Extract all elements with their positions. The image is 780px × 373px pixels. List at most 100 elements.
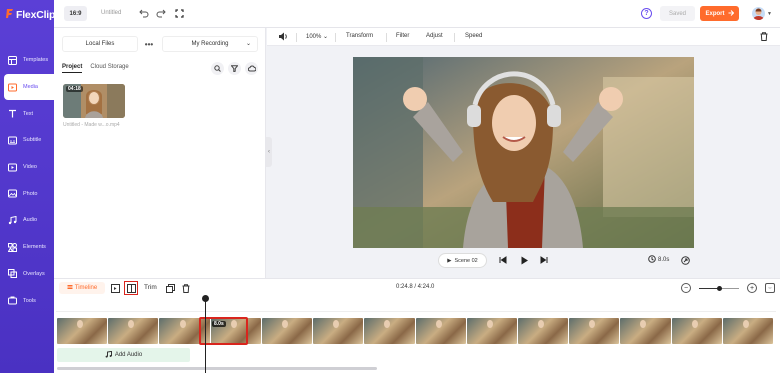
scene-duration-value: 8.0s [658, 257, 670, 263]
clip-thumbnail[interactable] [57, 318, 108, 344]
sidebar-item-video[interactable]: Video [0, 154, 54, 181]
fullscreen-preview-icon[interactable] [681, 256, 690, 267]
redo-icon[interactable] [155, 8, 166, 19]
clip-thumbnail[interactable] [722, 318, 774, 344]
video-icon [8, 163, 17, 172]
sidebar-item-photo[interactable]: Photo [0, 180, 54, 207]
sidebar-item-audio[interactable]: Audio [0, 207, 54, 234]
add-scene-icon[interactable] [110, 283, 120, 293]
templates-icon [8, 55, 17, 65]
timeline-toggle[interactable]: Timeline [59, 282, 105, 294]
volume-icon[interactable] [278, 32, 288, 43]
tab-cloud-storage[interactable]: Cloud Storage [90, 64, 128, 73]
cloud-upload-icon[interactable] [245, 62, 258, 75]
video-preview[interactable] [353, 57, 694, 248]
local-files-button[interactable]: Local Files [62, 36, 138, 52]
editor-toolbar: 100% ⌄ Transform Filter Adjust Speed [267, 28, 780, 46]
sidebar-item-label: Video [23, 164, 37, 171]
previous-icon[interactable] [499, 256, 507, 266]
text-icon [8, 109, 17, 118]
fullscreen-icon[interactable] [174, 8, 185, 19]
clip-thumbnail[interactable] [313, 318, 364, 344]
scene-button[interactable]: ▶ Scene 02 [438, 253, 487, 268]
fit-timeline-icon[interactable]: ⇔ [765, 283, 775, 293]
aspect-ratio-button[interactable]: 16:9 [64, 6, 87, 21]
timeline-ruler [56, 308, 776, 312]
trash-icon[interactable] [181, 283, 191, 293]
playhead-handle[interactable] [202, 295, 209, 302]
sidebar-item-elements[interactable]: Elements [0, 234, 54, 261]
play-small-icon: ▶ [447, 257, 452, 264]
app-logo-text: FlexClip [16, 9, 56, 21]
clock-icon [648, 255, 656, 265]
timeline-scrollbar[interactable] [57, 367, 377, 370]
add-audio-button[interactable]: Add Audio [57, 348, 190, 362]
play-icon[interactable] [520, 256, 529, 267]
sidebar-item-overlays[interactable]: Overlays [0, 261, 54, 288]
clip-thumbnail[interactable] [569, 318, 620, 344]
sidebar-item-templates[interactable]: Templates [0, 47, 54, 74]
media-filename: Untitled - Made w...o.mp4 [63, 122, 120, 128]
clip-thumbnail[interactable] [671, 318, 722, 344]
sidebar-item-media[interactable]: Media [4, 73, 54, 101]
sidebar-item-label: Text [23, 110, 34, 117]
tools-icon [8, 296, 17, 305]
audio-icon [8, 215, 17, 225]
my-recording-button[interactable]: My Recording ⌄ [162, 36, 258, 52]
sidebar-item-label: Elements [23, 244, 46, 251]
filter-icon[interactable] [228, 62, 241, 75]
export-label: Export [705, 10, 725, 17]
avatar[interactable] [752, 7, 765, 20]
add-audio-label: Add Audio [114, 352, 143, 358]
zoom-select[interactable]: 100% ⌄ [306, 33, 328, 40]
music-note-icon [105, 350, 112, 360]
arrow-right-icon [728, 9, 734, 18]
search-icon[interactable] [211, 62, 224, 75]
chevron-down-icon: ⌄ [323, 34, 329, 40]
trim-button[interactable]: Trim [144, 284, 157, 291]
clip-thumbnail[interactable] [466, 318, 517, 344]
subtitle-icon [8, 136, 17, 145]
project-title[interactable]: Untitled [101, 10, 121, 16]
clip-thumbnail[interactable] [364, 318, 415, 344]
zoom-in-icon[interactable]: + [747, 283, 757, 293]
scene-duration[interactable]: 8.0s [648, 255, 669, 265]
sidebar-item-tools[interactable]: Tools [0, 287, 54, 314]
adjust-button[interactable]: Adjust [426, 33, 443, 39]
zoom-out-icon[interactable]: − [681, 283, 691, 293]
speed-button[interactable]: Speed [465, 33, 482, 39]
next-icon[interactable] [540, 256, 548, 266]
flexclip-logo-icon [5, 8, 15, 22]
clip-thumbnail[interactable] [261, 318, 313, 344]
toolbar-divider [335, 33, 336, 42]
clip-thumbnail[interactable] [108, 318, 159, 344]
toolbar-divider [454, 33, 455, 42]
app-logo[interactable]: FlexClip [5, 9, 55, 21]
timeline-toolbar: Timeline Trim 0:24.8 / 4:24.0 − + ⇔ [54, 278, 780, 296]
video-track [57, 318, 774, 344]
timeline-zoom-slider[interactable] [699, 286, 739, 291]
sidebar-item-label: Subtitle [23, 137, 42, 144]
clip-thumbnail[interactable] [620, 318, 671, 344]
duplicate-icon[interactable] [165, 283, 175, 293]
undo-icon[interactable] [138, 8, 149, 19]
toolbar-divider [296, 33, 297, 42]
split-icon[interactable] [124, 281, 138, 295]
zoom-slider-handle[interactable] [716, 286, 722, 291]
help-icon[interactable]: ? [641, 8, 652, 19]
transform-button[interactable]: Transform [346, 33, 373, 39]
export-button[interactable]: Export [700, 6, 739, 21]
clip-thumbnail[interactable] [415, 318, 466, 344]
more-options-button[interactable]: ••• [140, 36, 158, 52]
playhead[interactable] [205, 296, 206, 373]
trash-icon[interactable] [760, 32, 768, 43]
chevron-down-icon[interactable]: ▼ [767, 11, 772, 17]
sidebar-item-text[interactable]: Text [0, 100, 54, 127]
tab-project[interactable]: Project [62, 64, 83, 73]
filter-button[interactable]: Filter [396, 33, 409, 39]
sidebar-item-label: Photo [23, 190, 38, 197]
clip-duration-badge: 8.0s [212, 321, 226, 327]
sidebar-item-subtitle[interactable]: Subtitle [0, 127, 54, 154]
clip-thumbnail[interactable] [517, 318, 569, 344]
media-thumbnail[interactable]: 04:18 [63, 84, 125, 118]
